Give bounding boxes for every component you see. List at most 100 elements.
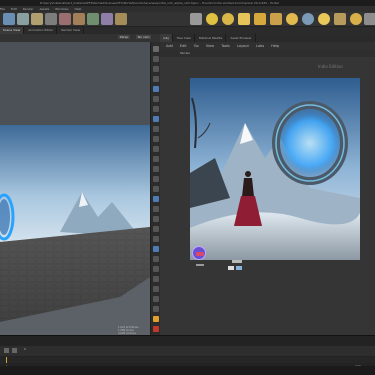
- pose-tool-icon[interactable]: [153, 96, 159, 102]
- grid-icon[interactable]: [153, 216, 159, 222]
- network-menubar: Add Edit Go View Tools Layout Labs Help: [160, 42, 375, 50]
- network-node-small-blue[interactable]: [236, 266, 242, 270]
- menu-edit[interactable]: Edit: [11, 7, 17, 11]
- node-flag-icon: [196, 252, 204, 256]
- playback-controls[interactable]: 1: [0, 346, 375, 356]
- viewport-tool-strip: [150, 42, 160, 335]
- persp-menu[interactable]: Persp: [118, 35, 131, 39]
- ghost-icon[interactable]: [153, 166, 159, 172]
- safe-area-icon[interactable]: [153, 226, 159, 232]
- render-preview-image: [190, 78, 360, 260]
- group-icon[interactable]: [153, 276, 159, 282]
- left-pane-tabs: Scene View Animation Editor Render View: [0, 27, 160, 34]
- scene-viewport[interactable]: 1,024 primitives 1,089 points 4,096 vert…: [0, 42, 150, 335]
- scale-tool-icon[interactable]: [153, 76, 159, 82]
- network-node-caption: [196, 264, 204, 266]
- window-title: D:\terry\materials\art_material\PFX\Noma…: [40, 1, 279, 5]
- normals-icon[interactable]: [153, 176, 159, 182]
- render-region-icon[interactable]: [153, 246, 159, 252]
- geometry-light-icon[interactable]: [254, 13, 266, 25]
- network-menu-layout[interactable]: Layout: [237, 44, 249, 48]
- wireframe-icon[interactable]: [153, 156, 159, 162]
- play-icon[interactable]: [12, 348, 17, 353]
- menu-assets[interactable]: Assets: [39, 7, 49, 11]
- rigging-tool-icon[interactable]: [87, 13, 99, 25]
- tab-obj[interactable]: /obj: [160, 34, 173, 42]
- environment-light-icon[interactable]: [302, 13, 314, 25]
- area-light-icon[interactable]: [238, 13, 250, 25]
- layer-icon[interactable]: [153, 286, 159, 292]
- characters-tool-icon[interactable]: [101, 13, 113, 25]
- selectable-icon[interactable]: [153, 306, 159, 312]
- move-tool-icon[interactable]: [153, 56, 159, 62]
- edition-watermark: Indie Edition: [318, 64, 343, 69]
- network-menu-help[interactable]: Help: [271, 44, 279, 48]
- snap-tool-icon[interactable]: [153, 116, 159, 122]
- network-menu-view[interactable]: View: [206, 44, 214, 48]
- spot-light-icon[interactable]: [222, 13, 234, 25]
- network-node-main[interactable]: [192, 246, 206, 260]
- tab-material-palette[interactable]: Material Palette: [196, 34, 227, 42]
- visualizer-icon[interactable]: [153, 206, 159, 212]
- network-menu-add[interactable]: Add: [166, 44, 173, 48]
- link-icon[interactable]: [153, 266, 159, 272]
- tab-render-view[interactable]: Render View: [58, 27, 85, 34]
- camera-view-icon[interactable]: [153, 196, 159, 202]
- camera-menu[interactable]: No cam: [136, 35, 152, 39]
- right-pane-tabs: /obj Tree View Material Palette Asset Br…: [160, 34, 375, 42]
- current-frame[interactable]: 1: [24, 347, 26, 351]
- stop-icon[interactable]: [153, 326, 159, 332]
- template-icon[interactable]: [153, 296, 159, 302]
- tab-asset-browser[interactable]: Asset Browser: [227, 34, 256, 42]
- shading-icon[interactable]: [153, 146, 159, 152]
- menu-render[interactable]: Render: [23, 7, 34, 11]
- ambient-light-icon[interactable]: [350, 13, 362, 25]
- network-node-small[interactable]: [228, 266, 234, 270]
- network-menu-go[interactable]: Go: [194, 44, 199, 48]
- camera-icon[interactable]: [190, 13, 202, 25]
- menu-help[interactable]: Help: [75, 7, 82, 11]
- points-icon[interactable]: [153, 186, 159, 192]
- menu-file[interactable]: File: [0, 7, 5, 11]
- viewport-hud: 1,024 primitives 1,089 points 4,096 vert…: [118, 326, 138, 335]
- play-back-icon[interactable]: [4, 348, 9, 353]
- flipbook-icon[interactable]: [153, 256, 159, 262]
- network-path-bar: Terrain: [160, 50, 375, 57]
- tab-tree-view[interactable]: Tree View: [174, 34, 195, 42]
- deform-tool-icon[interactable]: [59, 13, 71, 25]
- point-light-icon[interactable]: [206, 13, 218, 25]
- playhead-marker[interactable]: [6, 357, 7, 363]
- tool-shelf: [0, 12, 375, 27]
- timeline-scrubber[interactable]: [0, 357, 375, 363]
- model-tool-icon[interactable]: [31, 13, 43, 25]
- viewport-scene: [0, 42, 150, 335]
- network-menu-labs[interactable]: Labs: [256, 44, 264, 48]
- modify-tool-icon[interactable]: [17, 13, 29, 25]
- texture-tool-icon[interactable]: [73, 13, 85, 25]
- polygon-tool-icon[interactable]: [45, 13, 57, 25]
- network-menu-tools[interactable]: Tools: [221, 44, 230, 48]
- constraints-tool-icon[interactable]: [115, 13, 127, 25]
- portal-light-icon[interactable]: [334, 13, 346, 25]
- network-path[interactable]: Terrain: [180, 51, 190, 55]
- stereo-camera-icon[interactable]: [364, 13, 375, 25]
- record-icon[interactable]: [153, 316, 159, 322]
- network-menu-edit[interactable]: Edit: [180, 44, 187, 48]
- network-node-label-bar[interactable]: [232, 260, 242, 263]
- view-tool-icon[interactable]: [153, 106, 159, 112]
- create-tool-icon[interactable]: [3, 13, 15, 25]
- rotate-tool-icon[interactable]: [153, 66, 159, 72]
- volume-light-icon[interactable]: [270, 13, 282, 25]
- viewport-toolbar: Persp No cam: [0, 34, 160, 42]
- tab-scene-view[interactable]: Scene View: [0, 27, 25, 34]
- distant-light-icon[interactable]: [286, 13, 298, 25]
- network-panel: /obj Tree View Material Palette Asset Br…: [160, 34, 375, 335]
- lighting-icon[interactable]: [153, 136, 159, 142]
- display-options-icon[interactable]: [153, 126, 159, 132]
- background-icon[interactable]: [153, 236, 159, 242]
- handle-tool-icon[interactable]: [153, 86, 159, 92]
- tab-animation-editor[interactable]: Animation Editor: [25, 27, 58, 34]
- menu-windows[interactable]: Windows: [55, 7, 68, 11]
- select-tool-icon[interactable]: [153, 46, 159, 52]
- sky-light-icon[interactable]: [318, 13, 330, 25]
